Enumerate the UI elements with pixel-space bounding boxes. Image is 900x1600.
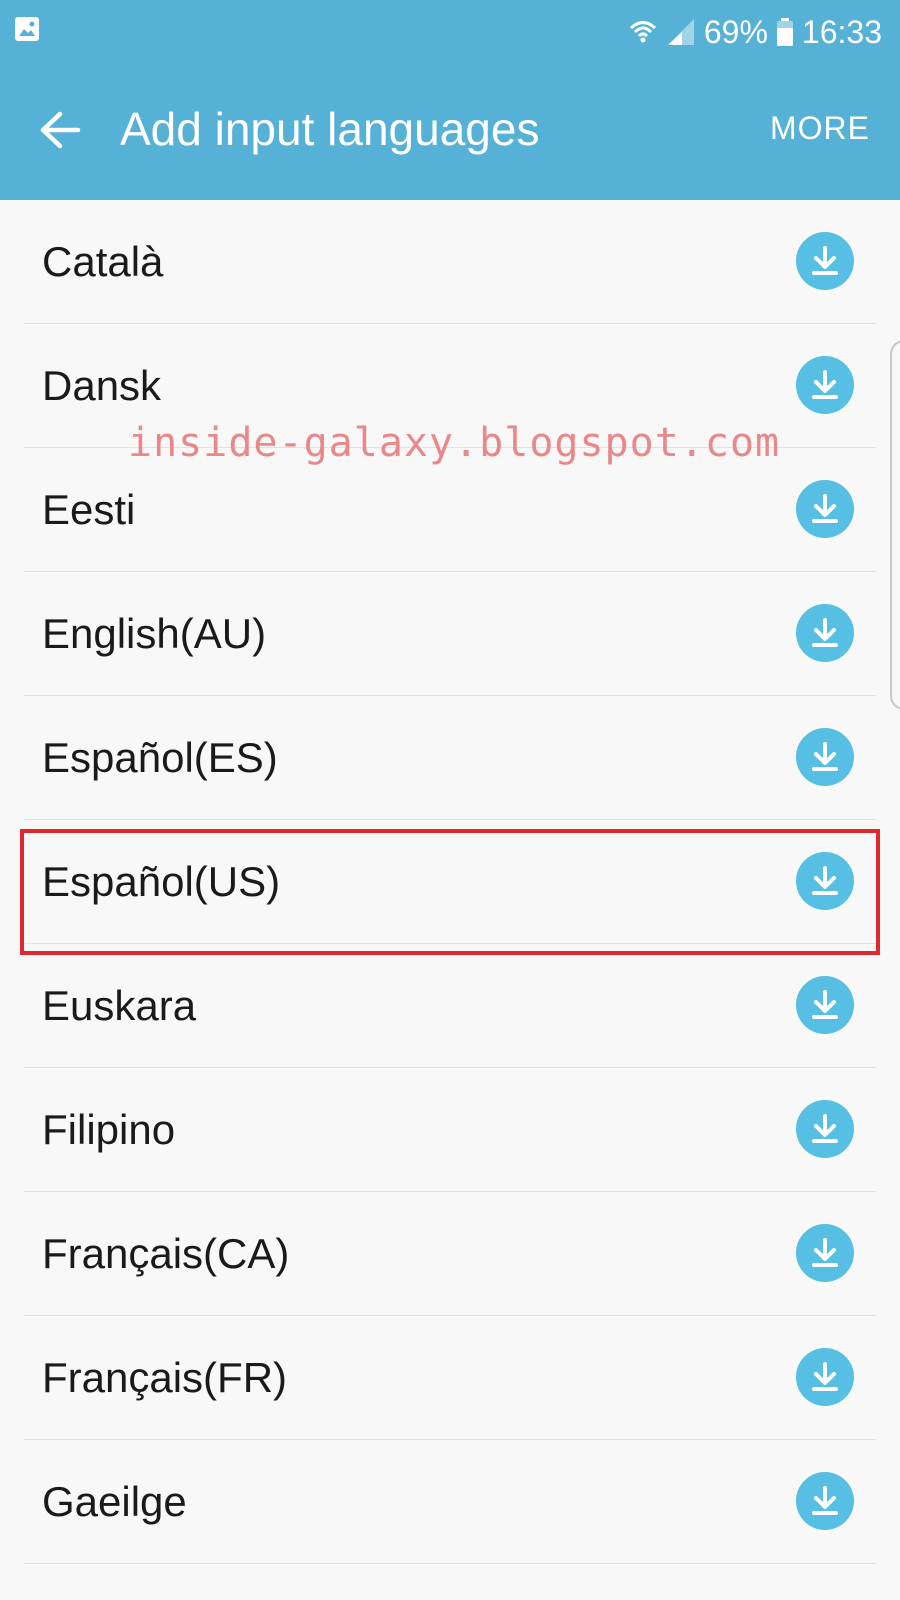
language-list-item[interactable]: English(AU) bbox=[24, 572, 876, 696]
language-list-item[interactable]: Euskara bbox=[24, 944, 876, 1068]
download-icon[interactable] bbox=[796, 852, 854, 910]
language-label: Gaeilge bbox=[42, 1478, 187, 1525]
status-time: 16:33 bbox=[801, 13, 882, 50]
battery-icon bbox=[776, 18, 793, 46]
language-list: Català Dansk Eesti English(AU) Español(ES) Es… bbox=[0, 200, 900, 1564]
battery-percent: 69% bbox=[703, 13, 768, 50]
language-label: Euskara bbox=[42, 982, 197, 1029]
gallery-icon bbox=[15, 17, 39, 41]
language-list-item[interactable]: Español(US) bbox=[24, 820, 876, 944]
status-bar: 69% 16:33 bbox=[0, 0, 900, 64]
language-label: Dansk bbox=[42, 362, 162, 409]
wifi-icon bbox=[629, 21, 656, 43]
more-button[interactable]: MORE bbox=[770, 110, 870, 147]
language-label: Català bbox=[42, 238, 164, 285]
download-icon[interactable] bbox=[796, 604, 854, 662]
language-label: Eesti bbox=[42, 486, 136, 533]
language-list-item[interactable]: Filipino bbox=[24, 1068, 876, 1192]
page-title: Add input languages bbox=[120, 103, 540, 155]
app-bar: Add input languages MORE bbox=[0, 64, 900, 200]
download-icon[interactable] bbox=[796, 976, 854, 1034]
language-label: Español(ES) bbox=[42, 734, 278, 781]
watermark: inside-galaxy.blogspot.com bbox=[128, 420, 781, 466]
language-list-item[interactable]: Español(ES) bbox=[24, 696, 876, 820]
download-icon[interactable] bbox=[796, 728, 854, 786]
download-icon[interactable] bbox=[796, 1224, 854, 1282]
language-list-item[interactable]: Gaeilge bbox=[24, 1440, 876, 1564]
language-label: Français(FR) bbox=[42, 1354, 288, 1401]
download-icon[interactable] bbox=[796, 480, 854, 538]
scroll-indicator bbox=[890, 340, 900, 710]
language-list-item[interactable]: Català bbox=[24, 200, 876, 324]
language-label: Español(US) bbox=[42, 858, 281, 905]
download-icon[interactable] bbox=[796, 1348, 854, 1406]
signal-icon bbox=[667, 19, 694, 45]
download-icon[interactable] bbox=[796, 1100, 854, 1158]
status-right-group: 69% 16:33 bbox=[628, 12, 882, 52]
language-label: English(AU) bbox=[42, 610, 267, 657]
language-list-item[interactable]: Français(FR) bbox=[24, 1316, 876, 1440]
language-label: Filipino bbox=[42, 1106, 176, 1153]
language-label: Français(CA) bbox=[42, 1230, 290, 1277]
arrow-left-icon[interactable] bbox=[38, 110, 82, 150]
download-icon[interactable] bbox=[796, 356, 854, 414]
language-list-item[interactable]: Eesti bbox=[24, 448, 876, 572]
language-list-item[interactable]: Français(CA) bbox=[24, 1192, 876, 1316]
download-icon[interactable] bbox=[796, 232, 854, 290]
download-icon[interactable] bbox=[796, 1472, 854, 1530]
